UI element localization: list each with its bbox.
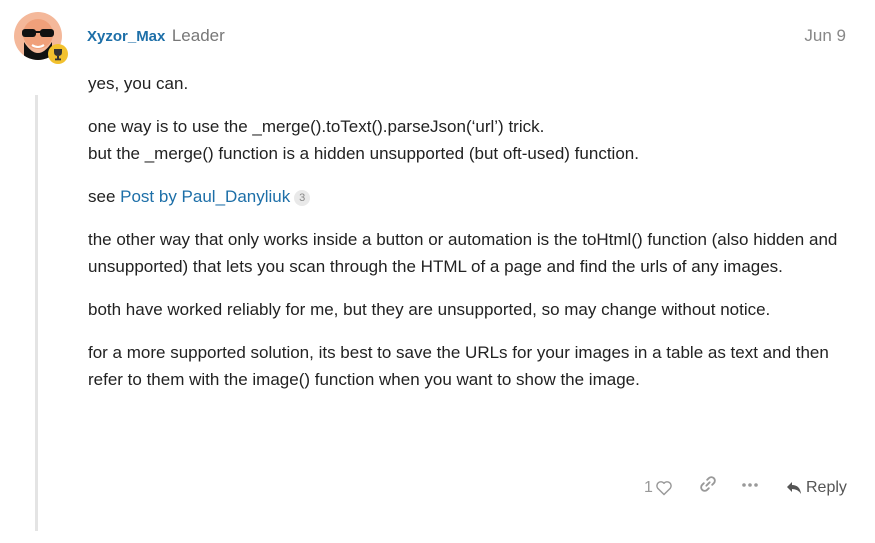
more-icon xyxy=(742,483,758,487)
reply-icon xyxy=(787,482,801,494)
paragraph: one way is to use the _merge().toText().… xyxy=(88,113,848,167)
author-name[interactable]: Xyzor_Max xyxy=(87,28,165,45)
click-count-badge: 3 xyxy=(294,190,311,206)
like-count: 1 xyxy=(644,479,653,496)
share-link-button[interactable] xyxy=(698,474,720,496)
paragraph: both have worked reliably for me, but th… xyxy=(88,300,771,319)
thread-line xyxy=(35,95,38,531)
link-icon xyxy=(700,476,716,492)
paragraph-line: one way is to use the _merge().toText().… xyxy=(88,117,545,136)
more-actions-button[interactable] xyxy=(740,478,762,492)
reply-button[interactable]: Reply xyxy=(786,476,847,500)
paragraph: see Post by Paul_Danyliuk 3 xyxy=(88,183,848,210)
paragraph-line: but the _merge() function is a hidden un… xyxy=(88,144,639,163)
paragraph-text: see xyxy=(88,187,121,206)
trophy-icon xyxy=(48,44,68,64)
paragraph: the other way that only works inside a b… xyxy=(88,230,838,276)
quoted-post-link[interactable]: Post by Paul_Danyliuk xyxy=(120,187,290,206)
post-body: yes, you can. one way is to use the _mer… xyxy=(88,70,848,409)
heart-icon xyxy=(656,481,672,496)
like-button[interactable]: 1 xyxy=(644,476,673,500)
paragraph: for a more supported solution, its best … xyxy=(88,343,829,389)
reply-label: Reply xyxy=(806,479,847,496)
post-header: Xyzor_Max Leader xyxy=(87,26,225,46)
forum-post: Xyzor_Max Leader Jun 9 yes, you can. one… xyxy=(0,0,875,543)
author-title: Leader xyxy=(171,26,225,45)
paragraph: yes, you can. xyxy=(88,74,189,93)
post-date[interactable]: Jun 9 xyxy=(804,26,846,46)
